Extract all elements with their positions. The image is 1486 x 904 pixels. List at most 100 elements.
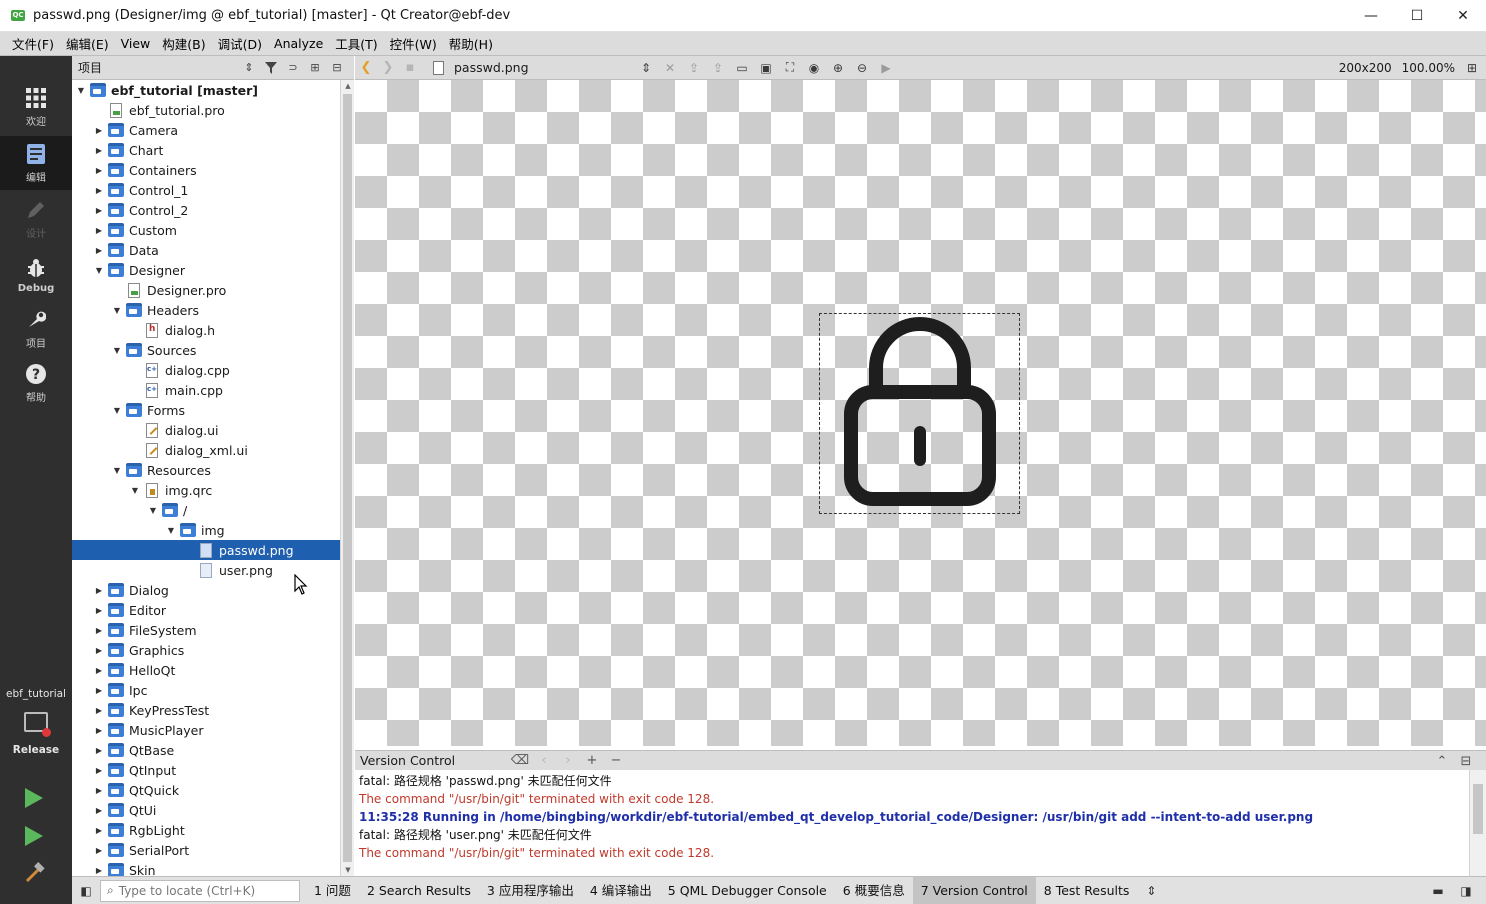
show-outline-icon[interactable]: ▣ (754, 61, 778, 75)
output-scrollbar[interactable] (1469, 770, 1486, 876)
mode-projects[interactable]: 项目 (0, 302, 72, 356)
tree-item[interactable]: ▶ Graphics (72, 640, 340, 660)
collapsed-arrow-icon[interactable]: ▶ (94, 666, 104, 675)
tree-item[interactable]: dialog_xml.ui (72, 440, 340, 460)
close-button[interactable]: ✕ (1440, 0, 1486, 32)
minimize-button[interactable]: — (1348, 0, 1394, 32)
zoom-in-output-icon[interactable]: + (580, 753, 604, 768)
export-icon[interactable]: ⇪ (682, 61, 706, 75)
collapsed-arrow-icon[interactable]: ▶ (94, 786, 104, 795)
show-background-icon[interactable]: ▭ (730, 61, 754, 75)
build-hammer-icon[interactable] (24, 862, 46, 889)
toggle-right-sidebar-icon[interactable]: ◨ (1452, 884, 1480, 898)
tree-item[interactable]: ▶ Containers (72, 160, 340, 180)
expanded-arrow-icon[interactable]: ▼ (112, 466, 122, 475)
collapsed-arrow-icon[interactable]: ▶ (94, 766, 104, 775)
more-tabs-icon[interactable]: ⇕ (1137, 884, 1165, 898)
scroll-down-icon[interactable]: ▼ (341, 864, 355, 876)
tree-item[interactable]: ▼ Resources (72, 460, 340, 480)
expanded-arrow-icon[interactable]: ▼ (130, 486, 140, 495)
kit-build-config[interactable]: Release (0, 744, 72, 756)
export-multiple-icon[interactable]: ⇪ (706, 61, 730, 75)
menu-edit[interactable]: 编辑(E) (60, 34, 115, 53)
menu-view[interactable]: View (115, 36, 157, 51)
tree-item[interactable]: ▶ Chart (72, 140, 340, 160)
collapsed-arrow-icon[interactable]: ▶ (94, 246, 104, 255)
lock-file-icon[interactable]: ▪ (399, 60, 421, 75)
tree-item[interactable]: passwd.png (72, 540, 340, 560)
fit-to-screen-icon[interactable]: ⛶ (778, 60, 802, 75)
tree-item[interactable]: ▼ Headers (72, 300, 340, 320)
collapsed-arrow-icon[interactable]: ▶ (94, 726, 104, 735)
expanded-arrow-icon[interactable]: ▼ (112, 406, 122, 415)
mode-welcome[interactable]: 欢迎 (0, 80, 72, 134)
tree-item[interactable]: ▶ QtUi (72, 800, 340, 820)
collapsed-arrow-icon[interactable]: ▶ (94, 206, 104, 215)
menu-file[interactable]: 文件(F) (6, 34, 60, 53)
link-icon[interactable]: ⊃ (282, 57, 304, 79)
collapsed-arrow-icon[interactable]: ▶ (94, 126, 104, 135)
collapsed-arrow-icon[interactable]: ▶ (94, 166, 104, 175)
collapsed-arrow-icon[interactable]: ▶ (94, 806, 104, 815)
clear-output-icon[interactable]: ⌫ (508, 753, 532, 768)
collapsed-arrow-icon[interactable]: ▶ (94, 706, 104, 715)
progress-details-icon[interactable]: ▬ (1424, 884, 1452, 898)
collapsed-arrow-icon[interactable]: ▶ (94, 226, 104, 235)
collapsed-arrow-icon[interactable]: ▶ (94, 846, 104, 855)
tree-item[interactable]: ▼ Designer (72, 260, 340, 280)
tree-item[interactable]: ▶ SerialPort (72, 840, 340, 860)
menu-help[interactable]: 帮助(H) (443, 34, 499, 53)
close-pane-icon[interactable]: ⊟ (1454, 754, 1478, 769)
run-icon[interactable] (25, 788, 43, 808)
locator-input[interactable]: ⌕ Type to locate (Ctrl+K) (100, 879, 300, 902)
collapsed-arrow-icon[interactable]: ▶ (94, 186, 104, 195)
zoom-out-output-icon[interactable]: − (604, 753, 628, 768)
zoom-out-icon[interactable]: ⊖ (850, 61, 874, 75)
tree-item[interactable]: ▶ Data (72, 240, 340, 260)
play-animation-icon[interactable]: ▶ (874, 61, 898, 75)
collapsed-arrow-icon[interactable]: ▶ (94, 146, 104, 155)
split-editor-icon[interactable]: ⊞ (1460, 61, 1484, 75)
forward-icon[interactable]: ❯ (377, 60, 399, 75)
output-tab[interactable]: 2 Search Results (359, 877, 479, 904)
tree-item[interactable]: ▼ img (72, 520, 340, 540)
output-log[interactable]: fatal: 路径规格 'passwd.png' 未匹配任何文件 The comm… (355, 770, 1469, 876)
tree-item[interactable]: ▶ RgbLight (72, 820, 340, 840)
menu-build[interactable]: 构建(B) (156, 34, 211, 53)
expanded-arrow-icon[interactable]: ▼ (112, 306, 122, 315)
tree-item[interactable]: ▶ Camera (72, 120, 340, 140)
tree-item[interactable]: ▼ Forms (72, 400, 340, 420)
image-viewer[interactable] (355, 80, 1486, 746)
project-tree-scrollbar[interactable]: ▲ ▼ (340, 80, 354, 876)
close-document-icon[interactable]: ✕ (658, 61, 682, 75)
tree-item[interactable]: ▶ MusicPlayer (72, 720, 340, 740)
tree-item[interactable]: ▶ QtBase (72, 740, 340, 760)
collapsed-arrow-icon[interactable]: ▶ (94, 826, 104, 835)
output-tab[interactable]: 7 Version Control (912, 876, 1036, 904)
tree-item[interactable]: ▼ Sources (72, 340, 340, 360)
tree-item[interactable]: ▶ QtInput (72, 760, 340, 780)
tree-item[interactable]: ▶ KeyPressTest (72, 700, 340, 720)
maximize-pane-icon[interactable]: ⌃ (1430, 754, 1454, 769)
tree-item[interactable]: ▶ Skin (72, 860, 340, 876)
maximize-button[interactable]: ☐ (1394, 0, 1440, 32)
debug-run-icon[interactable] (25, 826, 43, 846)
split-icon[interactable]: ⊞ (304, 57, 326, 79)
menu-analyze[interactable]: Analyze (268, 36, 329, 51)
expanded-arrow-icon[interactable]: ▼ (76, 86, 86, 95)
collapsed-arrow-icon[interactable]: ▶ (94, 606, 104, 615)
output-tab[interactable]: 5 QML Debugger Console (660, 877, 835, 904)
tree-item[interactable]: Designer.pro (72, 280, 340, 300)
tree-item[interactable]: ▶ Control_2 (72, 200, 340, 220)
tree-item[interactable]: ▼ / (72, 500, 340, 520)
output-tab[interactable]: 8 Test Results (1036, 877, 1138, 904)
tree-item[interactable]: ▶ HelloQt (72, 660, 340, 680)
toggle-sidebar-icon[interactable]: ◧ (72, 884, 100, 898)
output-scrollbar-thumb[interactable] (1473, 784, 1483, 834)
tree-item[interactable]: ▼ ebf_tutorial [master] (72, 80, 340, 100)
collapsed-arrow-icon[interactable]: ▶ (94, 746, 104, 755)
prev-item-icon[interactable]: ‹ (532, 753, 556, 768)
zoom-in-icon[interactable]: ⊕ (826, 61, 850, 75)
output-tab[interactable]: 6 概要信息 (835, 877, 913, 904)
updown-icon[interactable]: ⇕ (238, 57, 260, 79)
